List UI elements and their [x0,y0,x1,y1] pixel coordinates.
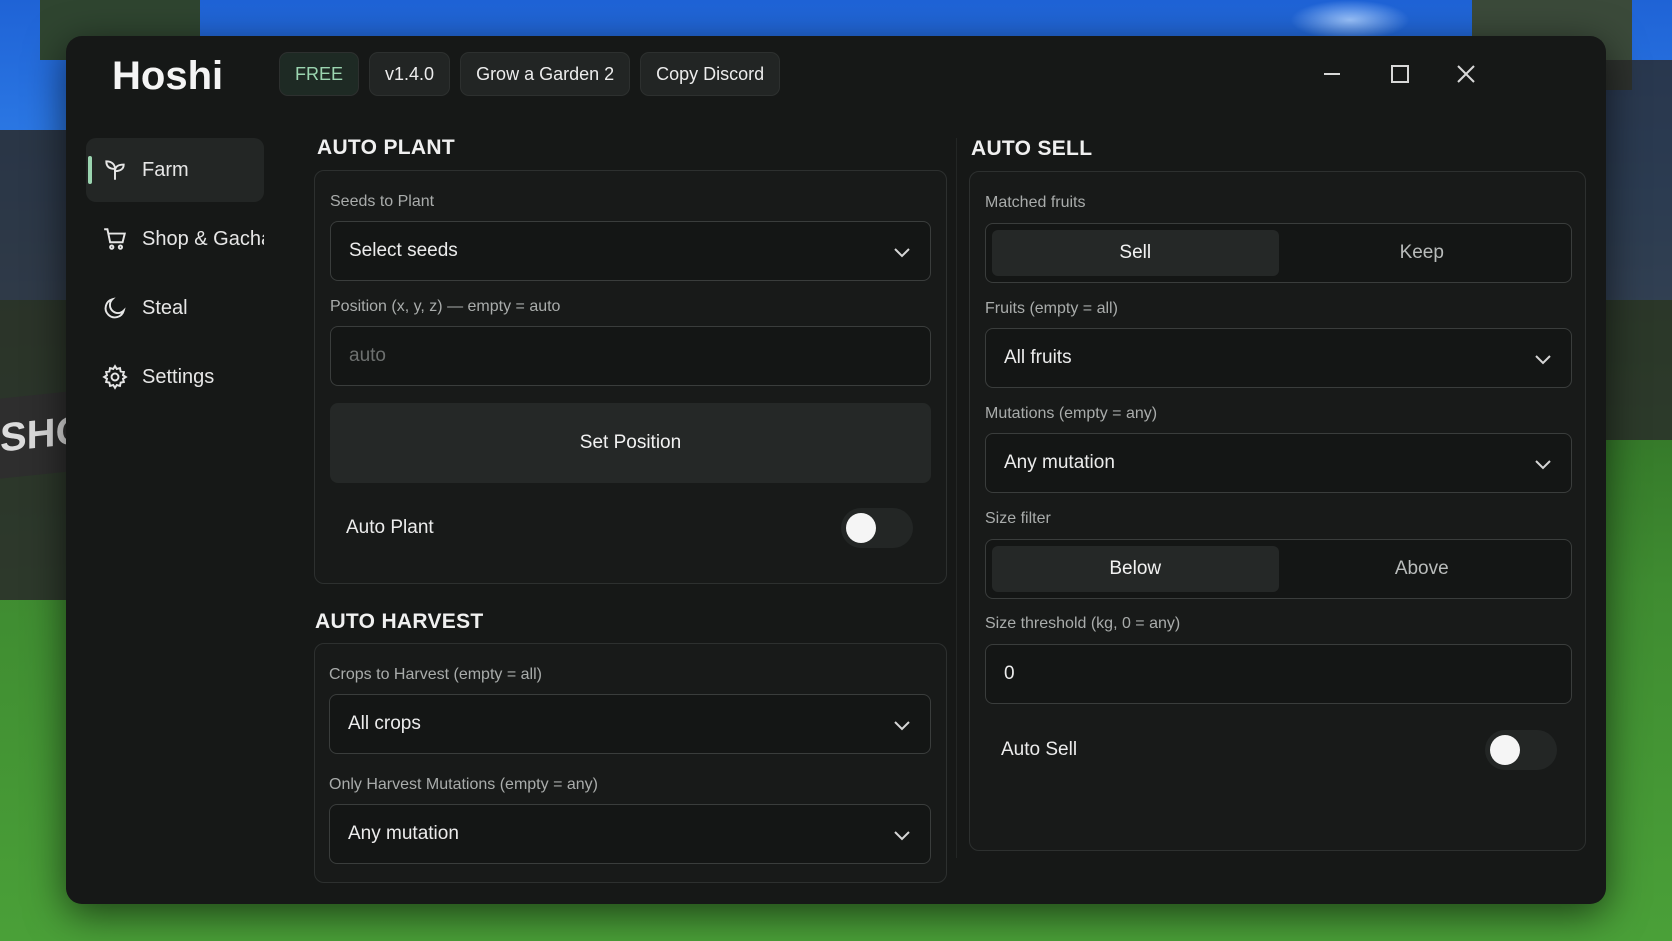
sell-mutations-select[interactable]: Any mutation [985,433,1572,493]
minimize-icon [1324,73,1340,75]
auto-plant-title: AUTO PLANT [317,136,455,159]
maximize-button[interactable] [1384,58,1416,90]
seeds-label: Seeds to Plant [330,193,435,210]
auto-sell-row: Auto Sell [1001,730,1557,770]
auto-sell-toggle[interactable] [1485,730,1557,770]
matched-keep-option[interactable]: Keep [1279,230,1566,276]
close-icon [1457,65,1475,83]
fruits-label: Fruits (empty = all) [985,300,1118,317]
matched-fruits-label: Matched fruits [985,194,1086,211]
size-threshold-input[interactable]: 0 [985,644,1572,704]
sidebar-item-settings[interactable]: Settings [86,345,264,409]
matched-sell-option[interactable]: Sell [992,230,1279,276]
moon-icon [104,297,126,319]
version-badge: v1.4.0 [369,52,451,96]
sidebar: Farm Shop & Gacha Steal Settings [86,138,264,414]
gear-icon [102,364,128,390]
chevron-down-icon [892,825,912,845]
size-filter-segmented: Below Above [985,539,1572,599]
size-filter-label: Size filter [985,510,1051,527]
sell-mutations-value: Any mutation [1004,452,1115,473]
position-input-placeholder: auto [349,345,386,366]
sidebar-item-label: Settings [142,365,215,388]
sidebar-item-shop-gacha[interactable]: Shop & Gacha [86,207,264,271]
shop-sign-text: SHOP [0,404,70,461]
auto-sell-label: Auto Sell [1001,739,1078,760]
chevron-down-icon [892,715,912,735]
title-bar[interactable]: Hoshi FREE v1.4.0 Grow a Garden 2 Copy D… [66,36,1606,114]
crops-select-value: All crops [348,713,421,734]
set-position-button[interactable]: Set Position [330,403,931,483]
chevron-down-icon [1533,454,1553,474]
sidebar-item-label: Farm [142,158,189,181]
sprout-icon [105,160,125,180]
size-threshold-label: Size threshold (kg, 0 = any) [985,615,1181,632]
auto-plant-label: Auto Plant [346,517,434,538]
sidebar-item-label: Shop & Gacha [142,227,264,250]
size-below-option[interactable]: Below [992,546,1279,592]
auto-plant-card: Seeds to Plant Select seeds Position (x,… [314,170,947,584]
app-title: Hoshi [112,54,224,98]
auto-sell-card: Matched fruits Sell Keep Fruits (empty =… [969,171,1586,851]
minimize-button[interactable] [1316,58,1348,90]
fruits-select-value: All fruits [1004,347,1072,368]
close-button[interactable] [1450,58,1482,90]
crops-select[interactable]: All crops [329,694,931,754]
seeds-select-value: Select seeds [349,240,458,261]
maximize-icon [1391,65,1409,83]
harvest-mutations-value: Any mutation [348,823,459,844]
cart-icon [104,228,126,250]
free-badge: FREE [279,52,360,96]
auto-plant-row: Auto Plant [346,508,913,548]
sidebar-item-farm[interactable]: Farm [86,138,264,202]
auto-harvest-card: Crops to Harvest (empty = all) All crops… [314,643,947,883]
shop-sign: SHOP [0,391,70,479]
toggle-knob [1490,735,1520,765]
crops-label: Crops to Harvest (empty = all) [329,666,542,683]
auto-sell-title: AUTO SELL [971,137,1093,160]
position-input[interactable]: auto [330,326,931,386]
size-threshold-value: 0 [1004,663,1015,684]
toggle-knob [846,513,876,543]
harvest-mutations-select[interactable]: Any mutation [329,804,931,864]
hoshi-window: Hoshi FREE v1.4.0 Grow a Garden 2 Copy D… [66,36,1606,904]
auto-harvest-title: AUTO HARVEST [315,610,484,633]
chevron-down-icon [892,242,912,262]
matched-fruits-segmented: Sell Keep [985,223,1572,283]
sell-mutations-label: Mutations (empty = any) [985,405,1158,422]
sidebar-item-steal[interactable]: Steal [86,276,264,340]
copy-discord-button[interactable]: Copy Discord [640,52,781,96]
sidebar-item-label: Steal [142,296,188,319]
header-chips: FREE v1.4.0 Grow a Garden 2 Copy Discord [279,52,781,96]
column-divider [956,138,957,858]
harvest-mutations-label: Only Harvest Mutations (empty = any) [329,776,598,793]
chevron-down-icon [1533,349,1553,369]
auto-plant-toggle[interactable] [841,508,913,548]
seeds-select[interactable]: Select seeds [330,221,931,281]
fruits-select[interactable]: All fruits [985,328,1572,388]
size-above-option[interactable]: Above [1279,546,1566,592]
sky-light [1290,0,1410,40]
position-label: Position (x, y, z) — empty = auto [330,298,561,315]
game-badge: Grow a Garden 2 [460,52,631,96]
